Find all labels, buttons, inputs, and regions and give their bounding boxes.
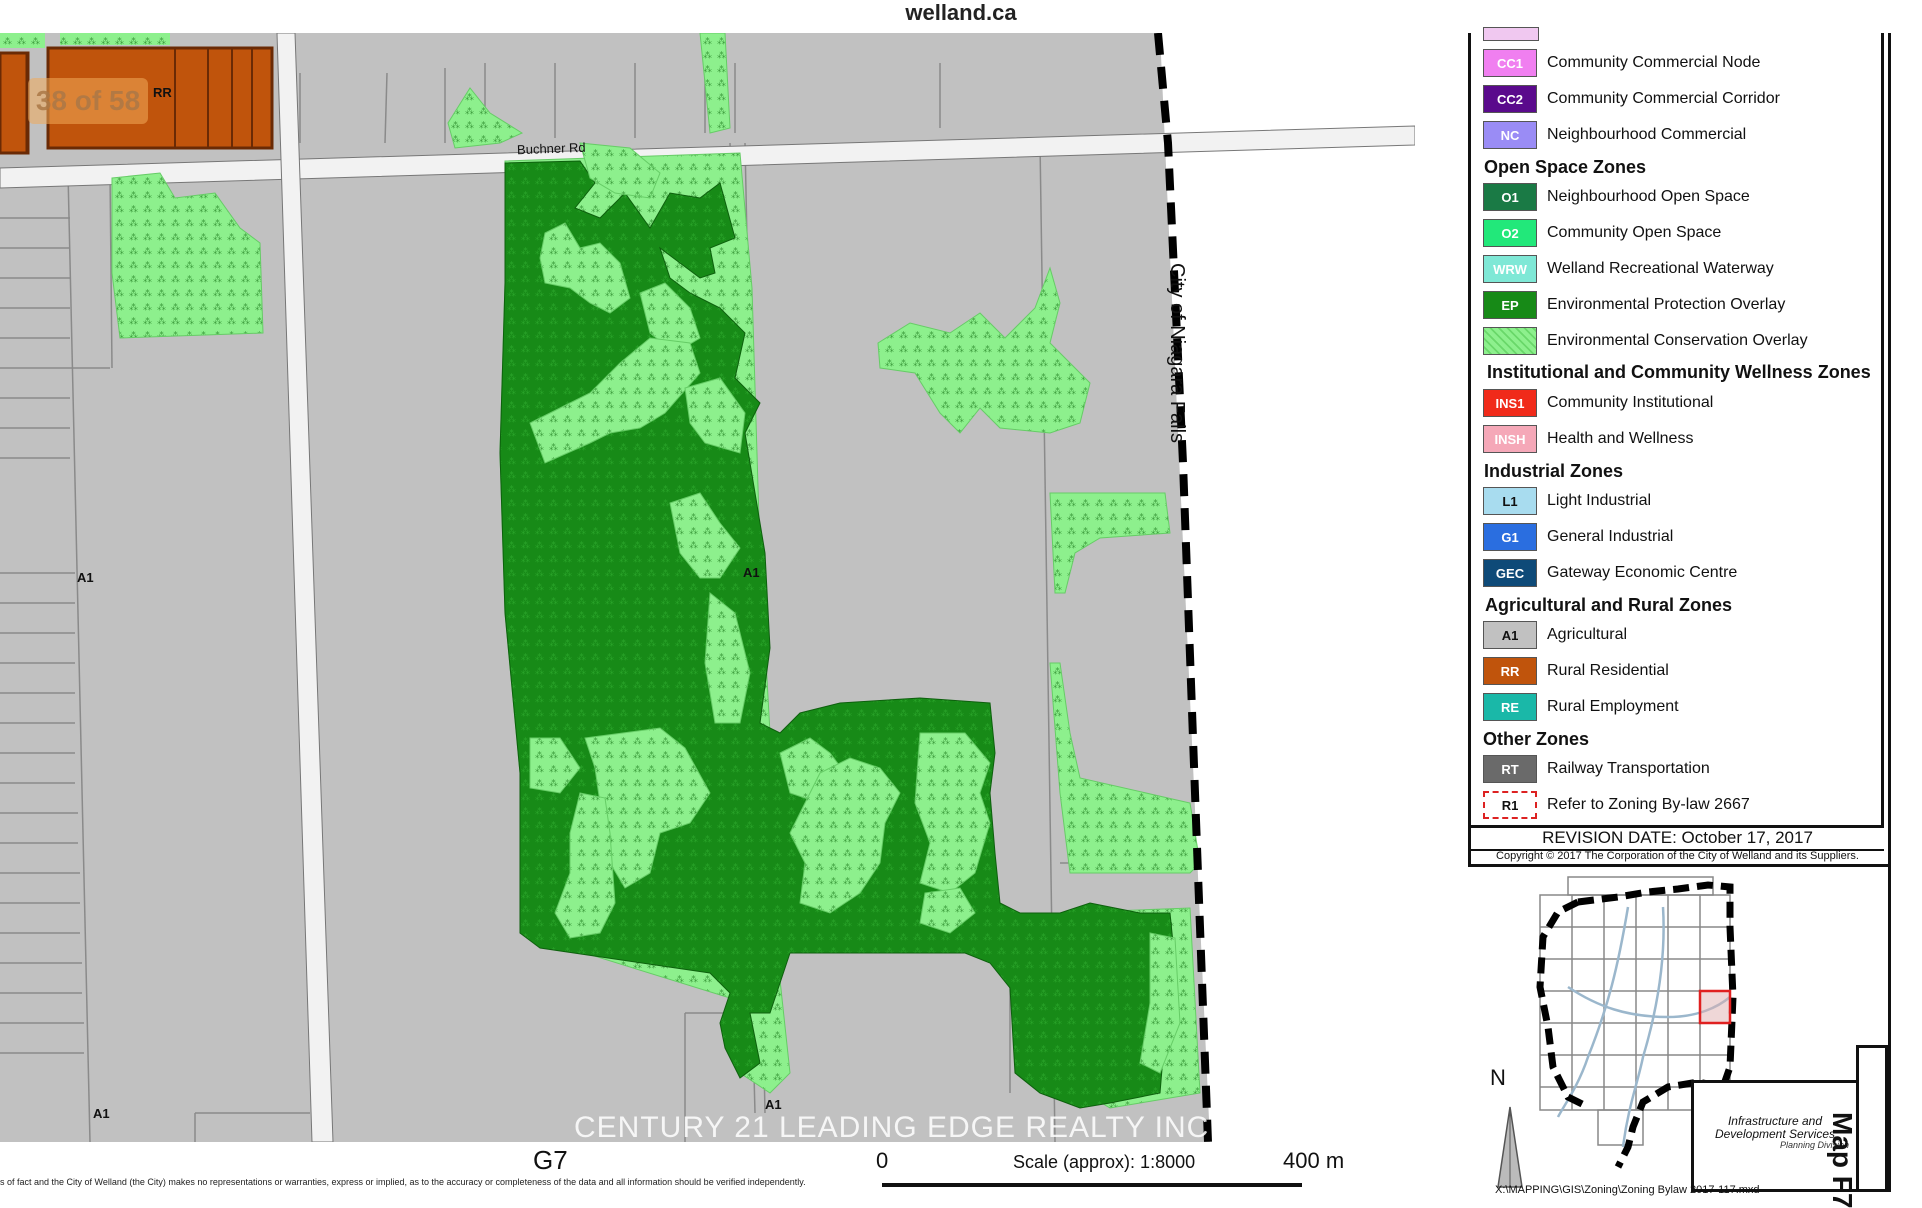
legend-row-o1: O1 Neighbourhood Open Space xyxy=(1483,183,1750,211)
zone-swatch: INSH xyxy=(1483,425,1537,453)
zone-swatch: O2 xyxy=(1483,219,1537,247)
legend-label: Rural Residential xyxy=(1547,662,1669,679)
boundary-label: City of Niagara Falls xyxy=(1166,263,1188,444)
legend-row-cc2: CC2 Community Commercial Corridor xyxy=(1483,85,1780,113)
legend-row-g1: G1 General Industrial xyxy=(1483,523,1673,551)
zone-swatch: G1 xyxy=(1483,523,1537,551)
zone-label-a1: A1 xyxy=(743,565,760,580)
zone-swatch: NC xyxy=(1483,121,1537,149)
legend-label: Community Open Space xyxy=(1547,224,1722,241)
legend-row-wrw: WRW Welland Recreational Waterway xyxy=(1483,255,1774,283)
legend-row-re: RE Rural Employment xyxy=(1483,693,1679,721)
zone-swatch: R1 xyxy=(1483,791,1537,819)
legend-label: Refer to Zoning By-law 2667 xyxy=(1547,796,1750,813)
legend-row-insh: INSH Health and Wellness xyxy=(1483,425,1693,453)
scale-zero: 0 xyxy=(876,1148,889,1173)
copyright: Copyright © 2017 The Corporation of the … xyxy=(1496,850,1859,862)
site-title: welland.ca xyxy=(905,0,1017,25)
legend-partial-row xyxy=(1483,27,1539,41)
zone-swatch: L1 xyxy=(1483,487,1537,515)
revision-date: REVISION DATE: October 17, 2017 xyxy=(1471,825,1884,851)
legend-label: General Industrial xyxy=(1547,528,1674,545)
legend-heading-open-space: Open Space Zones xyxy=(1484,157,1647,177)
legend-row-l1: L1 Light Industrial xyxy=(1483,487,1651,515)
legend-row-rt: RT Railway Transportation xyxy=(1483,755,1710,783)
zone-swatch: RE xyxy=(1483,693,1537,721)
page-indicator: 38 of 58 xyxy=(28,78,148,124)
zone-swatch: RR xyxy=(1483,657,1537,685)
legend-row-o2: O2 Community Open Space xyxy=(1483,219,1721,247)
legend-row-cc1: CC1 Community Commercial Node xyxy=(1483,49,1760,77)
zone-swatch: INS1 xyxy=(1483,389,1537,417)
legend-row-a1: A1 Agricultural xyxy=(1483,621,1627,649)
zone-swatch: RT xyxy=(1483,755,1537,783)
legend-label: Welland Recreational Waterway xyxy=(1547,260,1774,277)
zoning-map[interactable]: ⁂ ⁂ xyxy=(0,33,1415,1142)
legend-heading-institutional: Institutional and Community Wellness Zon… xyxy=(1487,362,1871,382)
legend-label: Neighbourhood Commercial xyxy=(1547,126,1747,143)
tile-id: G7 xyxy=(533,1145,568,1175)
disclaimer: s of fact and the City of Welland (the C… xyxy=(0,1177,806,1187)
zone-label-a1: A1 xyxy=(93,1106,110,1121)
legend-label: Health and Wellness xyxy=(1547,430,1694,447)
zone-swatch: CC1 xyxy=(1483,49,1537,77)
legend-label: Rural Employment xyxy=(1547,698,1679,715)
brokerage-watermark: CENTURY 21 LEADING EDGE REALTY INC., Bro… xyxy=(574,1111,1385,1142)
scale-end: 400 m xyxy=(1283,1148,1345,1173)
legend-label: Neighbourhood Open Space xyxy=(1547,188,1750,205)
map-number-box xyxy=(1856,1045,1888,1192)
legend-row-r1: R1 Refer to Zoning By-law 2667 xyxy=(1483,791,1750,819)
legend-label: Environmental Conservation Overlay xyxy=(1547,332,1808,349)
legend-label: Light Industrial xyxy=(1547,492,1652,509)
zone-swatch: EP xyxy=(1483,291,1537,319)
legend-row-gec: GEC Gateway Economic Centre xyxy=(1483,559,1737,587)
legend-heading-industrial: Industrial Zones xyxy=(1484,461,1624,481)
zone-swatch: A1 xyxy=(1483,621,1537,649)
map-number: Map F7 xyxy=(1827,1112,1858,1208)
legend-label: Community Commercial Corridor xyxy=(1547,90,1780,107)
north-label: N xyxy=(1490,1065,1506,1090)
legend-panel: CC1 Community Commercial Node CC2 Commun… xyxy=(1468,27,1884,828)
file-path: X:\MAPPING\GIS\Zoning\Zoning Bylaw 2017-… xyxy=(1495,1184,1760,1196)
legend-heading-agricultural: Agricultural and Rural Zones xyxy=(1485,595,1733,615)
zone-label-rr: RR xyxy=(153,85,172,100)
legend-label: Gateway Economic Centre xyxy=(1547,564,1738,581)
legend-row-ec: Environmental Conservation Overlay xyxy=(1483,327,1808,355)
legend-label: Agricultural xyxy=(1547,626,1628,643)
legend-row-rr: RR Rural Residential xyxy=(1483,657,1669,685)
scale-text: Scale (approx): 1:8000 xyxy=(1013,1152,1196,1172)
zone-swatch: GEC xyxy=(1483,559,1537,587)
zone-label-a1: A1 xyxy=(77,570,94,585)
legend-row-ep: EP Environmental Protection Overlay xyxy=(1483,291,1785,319)
legend-row-nc: NC Neighbourhood Commercial xyxy=(1483,121,1746,149)
legend-row-ins1: INS1 Community Institutional xyxy=(1483,389,1713,417)
scale-bar xyxy=(882,1183,1302,1187)
legend-label: Railway Transportation xyxy=(1547,760,1710,777)
zone-label-a1: A1 xyxy=(765,1097,782,1112)
zone-swatch: CC2 xyxy=(1483,85,1537,113)
legend-label: Community Commercial Node xyxy=(1547,54,1761,71)
legend-label: Environmental Protection Overlay xyxy=(1547,296,1786,313)
zone-swatch xyxy=(1483,327,1537,355)
zone-swatch: WRW xyxy=(1483,255,1537,283)
road-label: Buchner Rd xyxy=(516,139,586,158)
map-canvas: ⁂ ⁂ xyxy=(0,33,1415,1142)
legend-border xyxy=(1888,33,1891,1192)
top-bar: welland.ca xyxy=(0,0,1922,33)
legend-label: Community Institutional xyxy=(1547,394,1714,411)
zone-swatch: O1 xyxy=(1483,183,1537,211)
legend-heading-other: Other Zones xyxy=(1483,729,1590,749)
